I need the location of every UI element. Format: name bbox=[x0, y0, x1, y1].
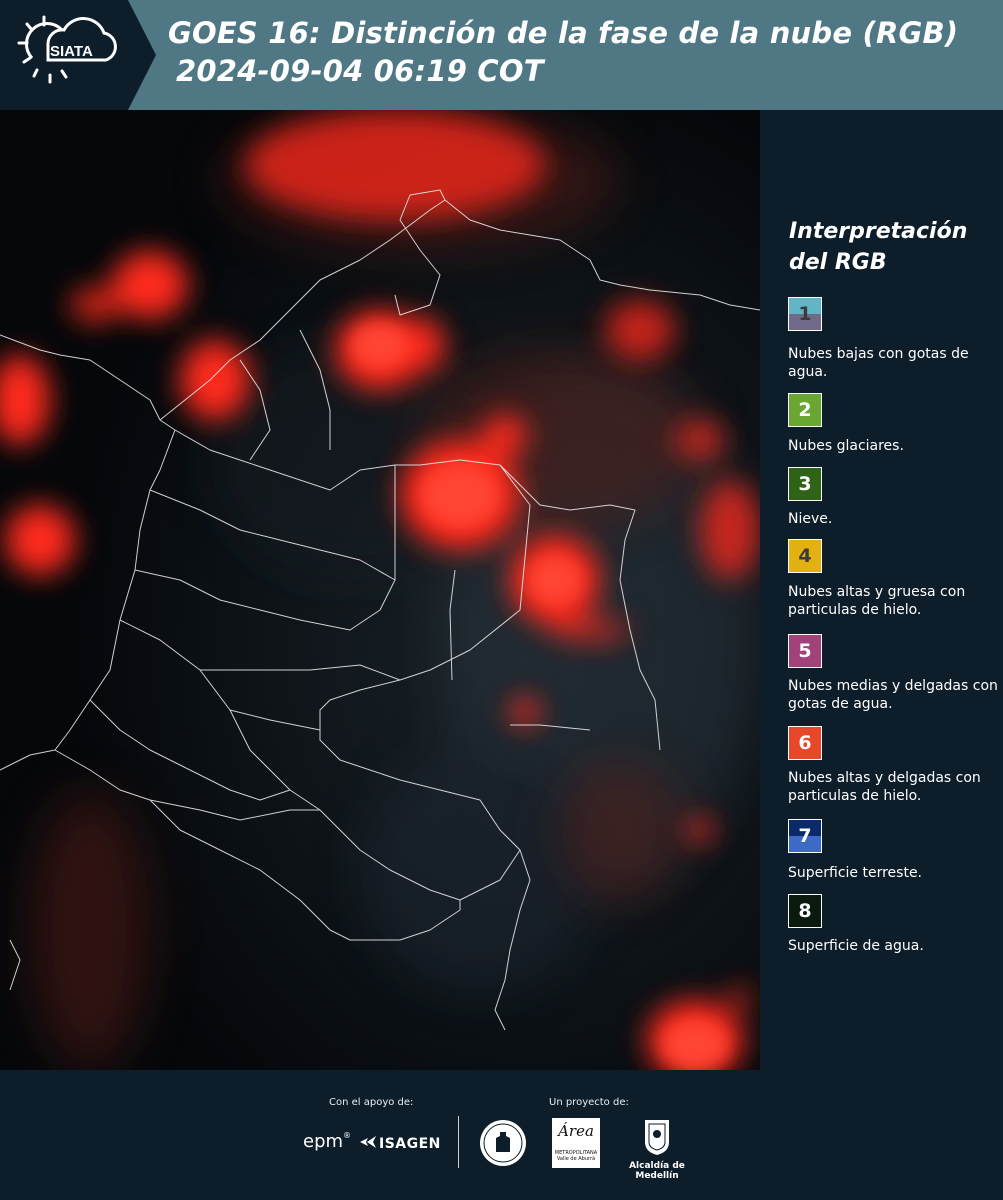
epm-logo-text: epm bbox=[303, 1131, 344, 1152]
project-label: Un proyecto de: bbox=[549, 1097, 629, 1108]
area-metro-logo-sub2: Valle de Aburrá bbox=[556, 1156, 596, 1162]
legend-swatch-number: 8 bbox=[798, 900, 812, 922]
page-title: GOES 16: Distinción de la fase de la nub… bbox=[168, 14, 958, 90]
legend-label-6: Nubes altas y delgadas con particulas de… bbox=[788, 770, 981, 804]
legend-swatch-number: 7 bbox=[798, 825, 812, 847]
legend-swatch-number: 1 bbox=[798, 303, 812, 325]
header-bar: SIATA GOES 16: Distinción de la fase de … bbox=[0, 0, 1003, 110]
satellite-image bbox=[0, 110, 760, 1070]
legend-swatch-3: 3 bbox=[788, 467, 822, 501]
support-label: Con el apoyo de: bbox=[329, 1097, 414, 1108]
title-line-2: 2024-09-04 06:19 COT bbox=[176, 54, 544, 88]
legend-label-3: Nieve. bbox=[788, 511, 833, 527]
legend-panel: Interpretación del RGB 1 Nubes bajas con… bbox=[760, 110, 1003, 1070]
legend-swatch-number: 5 bbox=[798, 640, 812, 662]
legend-swatch-8: 8 bbox=[788, 894, 822, 928]
seal-logo bbox=[478, 1118, 528, 1172]
siata-logo-text: SIATA bbox=[50, 43, 93, 60]
epm-logo: epm® bbox=[303, 1131, 351, 1152]
legend-swatch-6: 6 bbox=[788, 726, 822, 760]
legend-swatch-7: 7 bbox=[788, 819, 822, 853]
legend-title: Interpretación del RGB bbox=[789, 216, 967, 278]
alcaldia-logo-text: Alcaldía de Medellín bbox=[629, 1161, 685, 1181]
isagen-logo-text: ISAGEN bbox=[379, 1136, 441, 1152]
footer: Con el apoyo de: Un proyecto de: epm® IS… bbox=[0, 1070, 1003, 1200]
legend-swatch-5: 5 bbox=[788, 634, 822, 668]
legend-label-5: Nubes medias y delgadas con gotas de agu… bbox=[788, 678, 998, 712]
satellite-map bbox=[0, 110, 760, 1070]
legend-label-7: Superficie terreste. bbox=[788, 865, 923, 881]
alcaldia-logo: Alcaldía de Medellín bbox=[612, 1118, 702, 1181]
legend-title-line-1: Interpretación bbox=[789, 219, 968, 244]
area-metro-logo-text: Área bbox=[558, 1122, 594, 1140]
legend-swatch-2: 2 bbox=[788, 393, 822, 427]
legend-swatch-number: 3 bbox=[798, 473, 812, 495]
legend-swatch-4: 4 bbox=[788, 539, 822, 573]
legend-swatch-number: 6 bbox=[798, 732, 812, 754]
legend-label-8: Superficie de agua. bbox=[788, 938, 924, 954]
legend-label-1: Nubes bajas con gotas de agua. bbox=[788, 346, 969, 380]
legend-title-line-2: del RGB bbox=[789, 250, 887, 275]
legend-swatch-number: 2 bbox=[798, 399, 812, 421]
area-metropolitana-logo: Área METROPOLITANA Valle de Aburrá bbox=[552, 1118, 600, 1168]
alcaldia-shield-icon bbox=[645, 1120, 669, 1155]
legend-label-2: Nubes glaciares. bbox=[788, 438, 904, 454]
legend-swatch-1: 1 bbox=[788, 297, 822, 331]
isagen-mark-icon bbox=[360, 1136, 376, 1148]
legend-swatch-number: 4 bbox=[798, 545, 812, 567]
epm-registered-mark: ® bbox=[343, 1131, 352, 1140]
legend-label-4: Nubes altas y gruesa con particulas de h… bbox=[788, 584, 966, 618]
title-line-1: GOES 16: Distinción de la fase de la nub… bbox=[168, 16, 959, 50]
siata-logo: SIATA bbox=[0, 0, 156, 110]
isagen-logo: ISAGEN bbox=[360, 1134, 441, 1152]
footer-divider bbox=[458, 1116, 459, 1168]
